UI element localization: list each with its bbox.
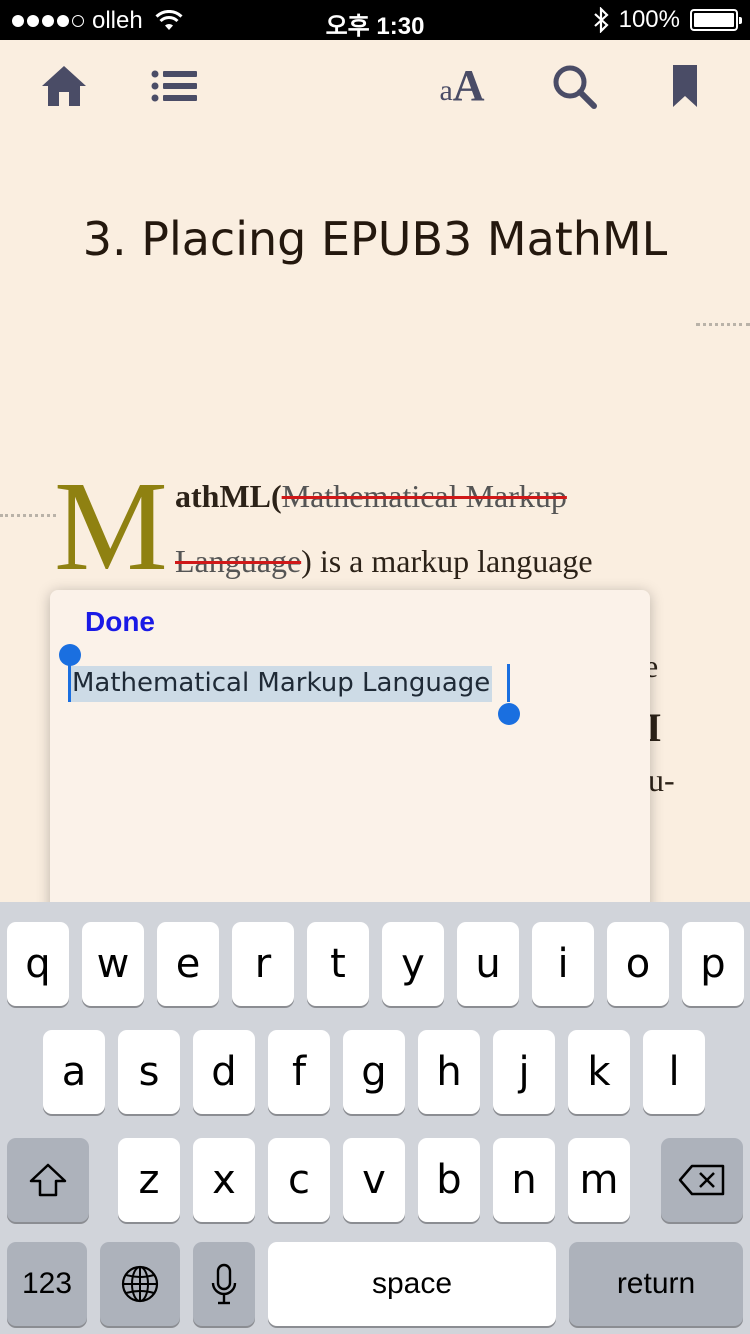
- key-k[interactable]: k: [568, 1030, 630, 1114]
- battery-percent: 100%: [618, 6, 680, 33]
- dictation-key[interactable]: [193, 1242, 255, 1326]
- globe-icon: [121, 1265, 159, 1303]
- bookmark-button[interactable]: [657, 58, 713, 114]
- memo-editor-panel: Done Mathematical Markup Language: [50, 590, 650, 920]
- reader-toolbar: aA: [0, 40, 750, 130]
- font-size-button[interactable]: aA: [434, 58, 490, 114]
- key-n[interactable]: n: [493, 1138, 555, 1222]
- return-key[interactable]: return: [569, 1242, 743, 1326]
- key-b[interactable]: b: [418, 1138, 480, 1222]
- shift-icon: [29, 1163, 67, 1197]
- globe-key[interactable]: [100, 1242, 180, 1326]
- key-w[interactable]: w: [82, 922, 144, 1006]
- strikethrough-annotation[interactable]: Language: [175, 543, 301, 579]
- key-x[interactable]: x: [193, 1138, 255, 1222]
- key-j[interactable]: j: [493, 1030, 555, 1114]
- key-u[interactable]: u: [457, 922, 519, 1006]
- font-size-small-a: a: [439, 74, 453, 107]
- strikethrough-annotation[interactable]: Mathematical Markup: [282, 478, 567, 514]
- table-of-contents-button[interactable]: [146, 58, 202, 114]
- key-y[interactable]: y: [382, 922, 444, 1006]
- key-t[interactable]: t: [307, 922, 369, 1006]
- key-i[interactable]: i: [532, 922, 594, 1006]
- key-h[interactable]: h: [418, 1030, 480, 1114]
- list-icon: [151, 70, 197, 102]
- key-d[interactable]: d: [193, 1030, 255, 1114]
- keyboard: q w e r t y u i o p a s d f g h j k l z …: [0, 902, 750, 1334]
- selection-start-handle[interactable]: [59, 644, 81, 666]
- backspace-key[interactable]: [661, 1138, 743, 1222]
- drop-cap: M: [54, 455, 168, 597]
- chapter-title: 3. Placing EPUB3 MathML: [82, 212, 668, 266]
- battery-icon: [690, 9, 742, 31]
- paragraph-text: ) is a markup language: [301, 543, 593, 579]
- status-bar: olleh 오후 1:30 100%: [0, 0, 750, 40]
- paragraph-text: athML(: [175, 478, 282, 514]
- key-m[interactable]: m: [568, 1138, 630, 1222]
- home-icon: [42, 66, 86, 106]
- status-right: 100%: [593, 6, 742, 34]
- key-l[interactable]: l: [643, 1030, 705, 1114]
- selection-start-caret[interactable]: [68, 664, 71, 702]
- page-divider-left: [0, 514, 56, 517]
- key-c[interactable]: c: [268, 1138, 330, 1222]
- key-g[interactable]: g: [343, 1030, 405, 1114]
- space-key[interactable]: space: [268, 1242, 556, 1326]
- key-s[interactable]: s: [118, 1030, 180, 1114]
- key-v[interactable]: v: [343, 1138, 405, 1222]
- key-r[interactable]: r: [232, 922, 294, 1006]
- shift-key[interactable]: [7, 1138, 89, 1222]
- font-size-icon: aA: [439, 64, 484, 108]
- key-a[interactable]: a: [43, 1030, 105, 1114]
- bookmark-icon: [673, 65, 697, 107]
- key-p[interactable]: p: [682, 922, 744, 1006]
- paragraph-line-1[interactable]: athML(Mathematical Markup: [175, 478, 675, 515]
- selection-end-caret[interactable]: [507, 664, 510, 702]
- paragraph-line-2[interactable]: Language) is a markup language: [175, 543, 675, 580]
- bluetooth-icon: [593, 7, 609, 33]
- search-icon: [553, 65, 597, 109]
- memo-text-selection[interactable]: Mathematical Markup Language: [70, 666, 493, 702]
- microphone-icon: [211, 1263, 237, 1305]
- font-size-large-a: A: [452, 61, 485, 110]
- page-divider-right: [696, 323, 750, 326]
- occluded-text-fragment: u-: [648, 762, 675, 798]
- key-q[interactable]: q: [7, 922, 69, 1006]
- selection-end-handle[interactable]: [498, 703, 520, 725]
- key-e[interactable]: e: [157, 922, 219, 1006]
- home-button[interactable]: [36, 58, 92, 114]
- numbers-key[interactable]: 123: [7, 1242, 87, 1326]
- key-f[interactable]: f: [268, 1030, 330, 1114]
- key-o[interactable]: o: [607, 922, 669, 1006]
- key-z[interactable]: z: [118, 1138, 180, 1222]
- search-button[interactable]: [546, 58, 602, 114]
- backspace-icon: [678, 1164, 725, 1196]
- done-button[interactable]: Done: [85, 606, 155, 638]
